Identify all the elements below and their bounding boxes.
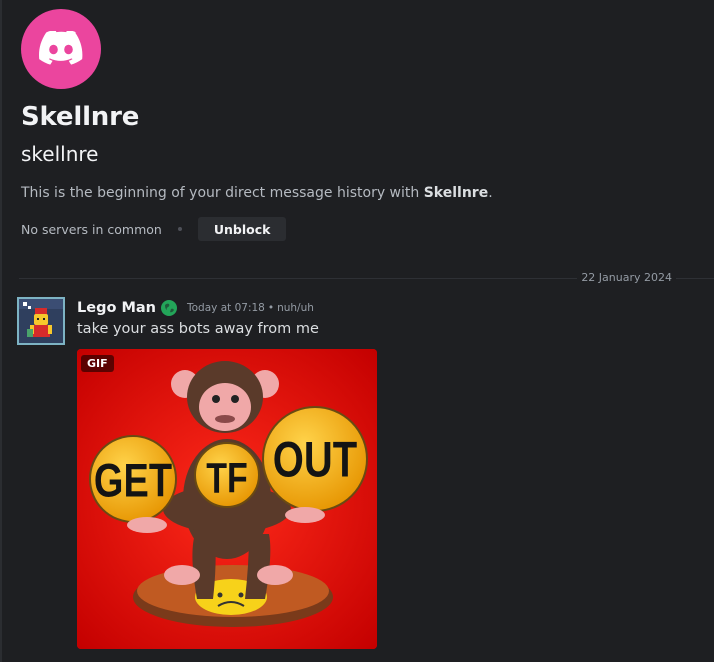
profile-avatar[interactable] (21, 9, 101, 89)
gif-word-tf: TF (206, 455, 248, 502)
message-text: take your ass bots away from me (77, 321, 319, 337)
gif-label: GIF (81, 355, 114, 372)
mutual-servers-text[interactable]: No servers in common (21, 222, 162, 237)
author-status-note: nuh/uh (277, 302, 314, 314)
unblock-button[interactable]: Unblock (197, 217, 287, 241)
gif-word-get: GET (94, 455, 172, 508)
author-avatar[interactable] (17, 297, 65, 345)
profile-display-name: Skellnre (21, 102, 140, 132)
gif-word-out: OUT (273, 431, 358, 487)
profile-username: skellnre (21, 142, 99, 166)
globe-icon[interactable] (161, 300, 177, 316)
window-edge (0, 0, 2, 662)
dm-intro-suffix: . (488, 185, 493, 201)
gif-attachment[interactable]: GIF GET TF OUT (77, 349, 377, 649)
status-separator: • (267, 302, 275, 314)
dm-intro-prefix: This is the beginning of your direct mes… (21, 185, 424, 201)
lego-avatar-image (19, 299, 63, 343)
gif-monkey-image: GET TF OUT (77, 349, 377, 649)
separator-dot (177, 227, 182, 231)
dm-profile-header: Skellnre skellnre This is the beginning … (21, 9, 681, 241)
dm-actions-row: No servers in common Unblock (21, 217, 681, 241)
discord-logo-icon (39, 31, 83, 65)
message-timestamp[interactable]: Today at 07:18 (187, 302, 265, 314)
dm-intro-name: Skellnre (423, 185, 489, 201)
message-header: Lego Man Today at 07:18 • nuh/uh (77, 297, 677, 319)
message-content: Lego Man Today at 07:18 • nuh/uh take yo… (77, 297, 677, 339)
message-author[interactable]: Lego Man (77, 300, 156, 316)
date-divider-label: 22 January 2024 (577, 271, 676, 285)
dm-intro-text: This is the beginning of your direct mes… (21, 183, 681, 203)
